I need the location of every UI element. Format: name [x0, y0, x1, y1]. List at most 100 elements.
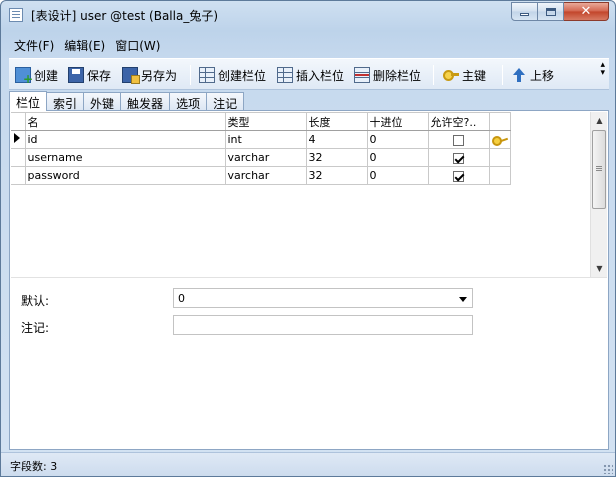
primary-key-cell[interactable]: [488, 130, 511, 149]
arrow-up-icon: [511, 67, 527, 83]
col-header-type[interactable]: 类型: [224, 112, 307, 131]
save-as-button[interactable]: 另存为: [122, 65, 177, 85]
delete-field-label: 删除栏位: [373, 68, 422, 83]
field-decimals-cell[interactable]: 0: [366, 166, 429, 185]
key-icon: [443, 67, 459, 83]
field-name-cell[interactable]: password: [24, 166, 226, 185]
col-header-decimals[interactable]: 十进位: [366, 112, 429, 131]
menu-bar: 文件(F) 编辑(E) 窗口(W): [9, 33, 165, 55]
panel-divider[interactable]: [11, 277, 607, 278]
save-button[interactable]: 保存: [68, 65, 111, 85]
insert-field-label: 插入栏位: [296, 68, 345, 83]
delete-field-button[interactable]: 删除栏位: [354, 65, 421, 85]
table-row[interactable]: password varchar 32 0: [11, 166, 511, 185]
primary-key-button[interactable]: 主键: [443, 65, 486, 85]
insert-field-icon: [277, 67, 293, 83]
menu-edit[interactable]: 编辑(E): [59, 33, 110, 55]
title-bar[interactable]: [表设计] user @test (Balla_兔子) ✕: [1, 1, 615, 29]
allow-null-cell: [427, 148, 490, 167]
grid-vertical-scrollbar[interactable]: ▲ ▼: [590, 112, 607, 277]
close-icon: ✕: [580, 4, 592, 19]
create-field-button[interactable]: 创建栏位: [199, 65, 266, 85]
window-controls: ✕: [511, 2, 609, 22]
default-value-select[interactable]: 0: [173, 288, 473, 308]
primary-key-label: 主键: [462, 68, 487, 83]
current-row-marker[interactable]: [11, 130, 26, 149]
save-as-icon: [122, 67, 140, 84]
allow-null-cell: [427, 130, 490, 149]
save-icon: [68, 67, 84, 83]
allow-null-checkbox[interactable]: [453, 134, 464, 146]
menu-window[interactable]: 窗口(W): [110, 33, 165, 55]
menu-file[interactable]: 文件(F): [9, 33, 59, 55]
tab-triggers[interactable]: 触发器: [120, 92, 171, 111]
tab-options[interactable]: 选项: [169, 92, 208, 111]
tab-indexes[interactable]: 索引: [46, 92, 85, 111]
maximize-icon: [545, 7, 556, 16]
table-row[interactable]: id int 4 0: [11, 130, 511, 149]
field-name-cell[interactable]: username: [24, 148, 226, 167]
window-title: [表设计] user @test (Balla_兔子): [31, 9, 218, 23]
field-decimals-cell[interactable]: 0: [366, 148, 429, 167]
field-count-status: 字段数: 3: [10, 460, 58, 473]
move-up-button[interactable]: 上移: [511, 65, 554, 85]
primary-key-cell[interactable]: [488, 148, 511, 167]
create-label: 创建: [34, 68, 59, 83]
tab-comment[interactable]: 注记: [206, 92, 245, 111]
insert-field-button[interactable]: 插入栏位: [277, 65, 344, 85]
primary-key-icon: [491, 135, 508, 146]
field-type-cell[interactable]: int: [224, 130, 307, 149]
col-header-allow-null[interactable]: 允许空?..: [427, 112, 490, 131]
default-value: 0: [178, 292, 185, 305]
table-designer-window: [表设计] user @test (Balla_兔子) ✕ 文件(F) 编辑(E…: [0, 0, 616, 477]
fields-grid: 名 类型 长度 十进位 允许空?.. id int 4 0 username v…: [11, 112, 590, 277]
comment-field[interactable]: [173, 315, 473, 335]
primary-key-cell[interactable]: [488, 166, 511, 185]
field-type-cell[interactable]: varchar: [224, 166, 307, 185]
create-field-icon: [199, 67, 215, 83]
toolbar-separator: [502, 65, 503, 85]
field-length-cell[interactable]: 32: [305, 148, 368, 167]
minimize-icon: [520, 13, 529, 16]
row-header[interactable]: [11, 166, 26, 185]
toolbar-separator: [190, 65, 191, 85]
create-button[interactable]: 创建: [15, 65, 59, 86]
maximize-button[interactable]: [538, 2, 564, 21]
row-pointer-icon: [14, 133, 20, 143]
toolbar-separator: [433, 65, 434, 85]
field-decimals-cell[interactable]: 0: [366, 130, 429, 149]
allow-null-cell: [427, 166, 490, 185]
col-header-name[interactable]: 名: [24, 112, 226, 131]
col-header-length[interactable]: 长度: [305, 112, 368, 131]
field-name-cell[interactable]: id: [24, 130, 226, 149]
scroll-up-arrow-icon[interactable]: ▲: [591, 112, 608, 129]
col-header-key[interactable]: [488, 112, 511, 131]
tab-foreign-keys[interactable]: 外键: [83, 92, 122, 111]
field-length-cell[interactable]: 4: [305, 130, 368, 149]
allow-null-checkbox[interactable]: [453, 170, 464, 182]
field-type-cell[interactable]: varchar: [224, 148, 307, 167]
table-header-row: 名 类型 长度 十进位 允许空?..: [11, 112, 511, 131]
fields-panel: 名 类型 长度 十进位 允许空?.. id int 4 0 username v…: [9, 110, 609, 450]
delete-field-icon: [354, 67, 370, 83]
scrollbar-thumb[interactable]: [592, 130, 606, 209]
scroll-down-arrow-icon[interactable]: ▼: [591, 260, 608, 277]
resize-grip-icon[interactable]: [603, 464, 613, 474]
toolbar: 创建 保存 另存为 创建栏位 插入栏位 删除栏位 主键: [9, 58, 609, 90]
row-header-corner: [11, 112, 26, 131]
row-header[interactable]: [11, 148, 26, 167]
new-table-icon: [15, 67, 33, 86]
close-button[interactable]: ✕: [564, 2, 609, 21]
dropdown-arrow-icon[interactable]: [459, 297, 467, 302]
minimize-button[interactable]: [511, 2, 538, 21]
status-bar: 字段数: 3: [1, 452, 615, 476]
save-label: 保存: [87, 68, 112, 83]
toolbar-overflow-button[interactable]: ▴ ▾: [600, 61, 605, 78]
default-label: 默认:: [21, 294, 50, 308]
allow-null-checkbox[interactable]: [453, 152, 464, 164]
tab-fields[interactable]: 栏位: [9, 91, 48, 111]
table-icon: [9, 8, 23, 22]
move-up-label: 上移: [530, 68, 555, 83]
field-length-cell[interactable]: 32: [305, 166, 368, 185]
table-row[interactable]: username varchar 32 0: [11, 148, 511, 167]
